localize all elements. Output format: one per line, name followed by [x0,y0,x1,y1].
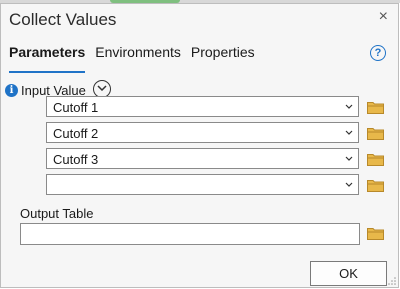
collect-values-dialog: Collect Values × Parameters Environments… [0,3,399,288]
chevron-down-icon [345,104,353,109]
help-icon[interactable]: ? [370,45,386,61]
tab-parameters[interactable]: Parameters [9,44,86,73]
tab-bar: Parameters Environments Properties [9,44,265,73]
ok-button[interactable]: OK [310,261,387,286]
chevron-down-icon [345,156,353,161]
chevron-down-icon [345,182,353,187]
input-value-text: Cutoff 2 [53,126,99,141]
folder-icon[interactable] [367,153,384,166]
tab-environments[interactable]: Environments [95,44,181,68]
tab-properties[interactable]: Properties [191,44,255,68]
folder-icon[interactable] [367,101,384,114]
output-table-field[interactable] [20,223,360,245]
folder-icon[interactable] [367,179,384,192]
input-value-row-3[interactable]: Cutoff 3 [46,148,359,169]
input-value-text: Cutoff 3 [53,152,99,167]
input-value-row-2[interactable]: Cutoff 2 [46,122,359,143]
info-icon[interactable]: i [5,84,18,97]
close-icon[interactable]: × [379,8,388,26]
output-table-label: Output Table [20,206,94,221]
dialog-title: Collect Values [9,10,117,29]
resize-grip-icon[interactable] [388,277,396,285]
folder-icon[interactable] [367,227,384,240]
input-value-text: Cutoff 1 [53,100,99,115]
input-value-row-empty[interactable] [46,174,359,195]
chevron-down-icon [345,130,353,135]
input-value-row-1[interactable]: Cutoff 1 [46,96,359,117]
folder-icon[interactable] [367,127,384,140]
